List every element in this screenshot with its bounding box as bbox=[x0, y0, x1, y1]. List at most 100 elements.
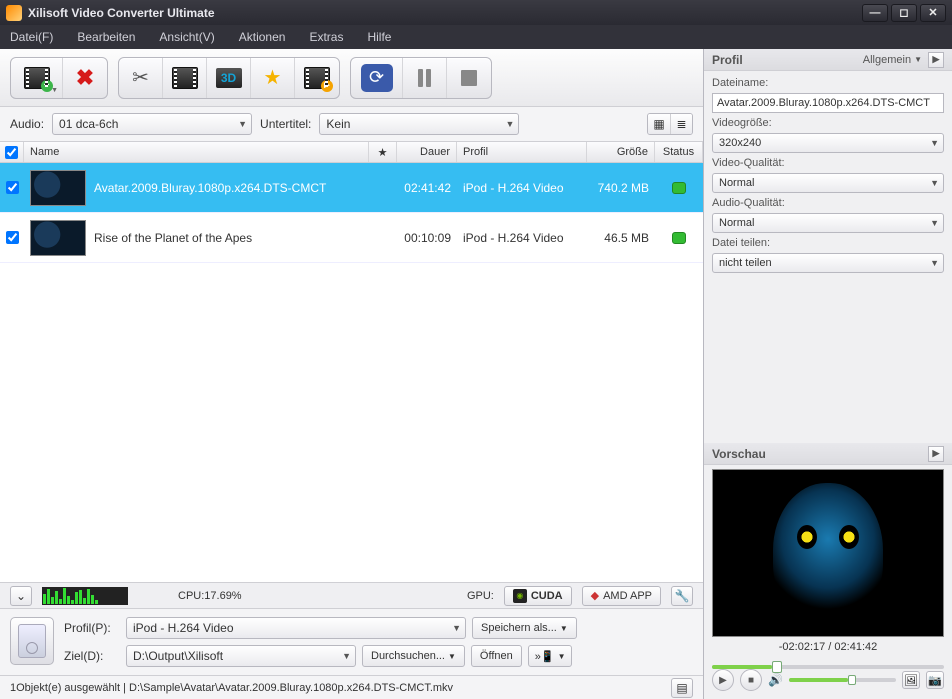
menu-extras[interactable]: Extras bbox=[309, 30, 343, 44]
col-profile[interactable]: Profil bbox=[457, 142, 587, 162]
file-name: Rise of the Planet of the Apes bbox=[94, 231, 252, 245]
videoquality-select[interactable]: Normal▼ bbox=[712, 173, 944, 193]
col-star[interactable]: ★ bbox=[369, 142, 397, 162]
effects-button[interactable]: ★ bbox=[251, 58, 295, 98]
open-dest-button[interactable]: Öffnen bbox=[471, 645, 522, 667]
profile-tab-allgemein[interactable]: Allgemein▼ bbox=[863, 54, 922, 66]
app-window: Xilisoft Video Converter Ultimate — ◻ ✕ … bbox=[0, 0, 952, 699]
menu-file[interactable]: Datei(F) bbox=[10, 30, 53, 44]
split-label: Datei teilen: bbox=[712, 237, 944, 249]
preview-frame bbox=[773, 483, 883, 623]
dest-label: Ziel(D): bbox=[64, 649, 120, 663]
col-size[interactable]: Größe bbox=[587, 142, 655, 162]
col-name[interactable]: Name bbox=[24, 142, 369, 162]
report-button[interactable]: ▤ bbox=[671, 678, 693, 698]
gpu-settings-button[interactable]: 🔧 bbox=[671, 586, 693, 606]
audio-select[interactable]: 01 dca-6ch▼ bbox=[52, 113, 252, 135]
convert-button[interactable]: ⟳ bbox=[351, 58, 403, 98]
table-row[interactable]: Avatar.2009.Bluray.1080p.x264.DTS-CMCT02… bbox=[0, 163, 703, 213]
subtitle-select[interactable]: Kein▼ bbox=[319, 113, 519, 135]
right-panel: Profil Allgemein▼ ▶ Dateiname: Avatar.20… bbox=[704, 49, 952, 699]
maximize-button[interactable]: ◻ bbox=[891, 4, 917, 22]
menu-help[interactable]: Hilfe bbox=[367, 30, 391, 44]
title-bar: Xilisoft Video Converter Ultimate — ◻ ✕ bbox=[0, 0, 952, 25]
preview-expand-button[interactable]: ▶ bbox=[928, 446, 944, 462]
profile-expand-button[interactable]: ▶ bbox=[928, 52, 944, 68]
filename-label: Dateiname: bbox=[712, 77, 944, 89]
videosize-label: Videogröße: bbox=[712, 117, 944, 129]
scissors-icon: ✂ bbox=[132, 65, 149, 90]
close-button[interactable]: ✕ bbox=[920, 4, 946, 22]
preview-seek[interactable] bbox=[712, 665, 944, 669]
preview-controls: ▶ ■ 🔊 🖼 📷 bbox=[704, 669, 952, 699]
gpu-label: GPU: bbox=[467, 590, 494, 602]
preview-stop-button[interactable]: ■ bbox=[740, 669, 762, 691]
view-list-button[interactable]: ≣ bbox=[670, 114, 692, 134]
menu-actions[interactable]: Aktionen bbox=[239, 30, 286, 44]
col-check[interactable] bbox=[0, 142, 24, 162]
file-size: 740.2 MB bbox=[587, 163, 655, 212]
film-merge-icon: ► bbox=[304, 67, 330, 89]
add-file-button[interactable]: +▼ bbox=[11, 58, 63, 98]
videosize-select[interactable]: 320x240▼ bbox=[712, 133, 944, 153]
menu-bar: Datei(F) Bearbeiten Ansicht(V) Aktionen … bbox=[0, 25, 952, 49]
save-profile-button[interactable]: Speichern als...▼ bbox=[472, 617, 577, 639]
convert-icon: ⟳ bbox=[361, 64, 393, 92]
filename-field[interactable]: Avatar.2009.Bluray.1080p.x264.DTS-CMCT bbox=[712, 93, 944, 113]
dest-select[interactable]: D:\Output\Xilisoft▼ bbox=[126, 645, 356, 667]
cpu-spectrum bbox=[42, 587, 128, 605]
collapse-cpu-button[interactable]: ⌄ bbox=[10, 586, 32, 606]
videoquality-label: Video-Qualität: bbox=[712, 157, 944, 169]
preview-play-button[interactable]: ▶ bbox=[712, 669, 734, 691]
table-row[interactable]: Rise of the Planet of the Apes 00:10:09iP… bbox=[0, 213, 703, 263]
file-profile: iPod - H.264 Video bbox=[457, 163, 587, 212]
preview-time: -02:02:17 / 02:41:42 bbox=[704, 641, 952, 653]
file-profile: iPod - H.264 Video bbox=[457, 213, 587, 262]
status-bar: 1Objekt(e) ausgewählt | D:\Sample\Avatar… bbox=[0, 675, 703, 699]
split-select[interactable]: nicht teilen▼ bbox=[712, 253, 944, 273]
file-list: Avatar.2009.Bluray.1080p.x264.DTS-CMCT02… bbox=[0, 163, 703, 582]
status-indicator bbox=[672, 232, 686, 244]
pause-icon bbox=[418, 69, 431, 87]
preview-video[interactable] bbox=[712, 469, 944, 637]
cpu-gpu-bar: ⌄ CPU:17.69% GPU: ◉CUDA ◆AMD APP 🔧 bbox=[0, 582, 703, 608]
row-checkbox[interactable] bbox=[6, 231, 19, 244]
amd-icon: ◆ bbox=[591, 589, 599, 602]
view-grid-button[interactable]: ▦ bbox=[648, 114, 670, 134]
stop-button[interactable] bbox=[447, 58, 491, 98]
snapshot-button[interactable]: 📷 bbox=[926, 671, 944, 689]
profile-label: Profil(P): bbox=[64, 621, 120, 635]
volume-icon[interactable]: 🔊 bbox=[768, 673, 783, 687]
thumbnail-icon bbox=[30, 220, 86, 256]
amd-button[interactable]: ◆AMD APP bbox=[582, 586, 661, 606]
minimize-button[interactable]: — bbox=[862, 4, 888, 22]
file-size: 46.5 MB bbox=[587, 213, 655, 262]
app-logo-icon bbox=[6, 5, 22, 21]
profile-select[interactable]: iPod - H.264 Video▼ bbox=[126, 617, 466, 639]
thumbnail-icon bbox=[30, 170, 86, 206]
menu-edit[interactable]: Bearbeiten bbox=[77, 30, 135, 44]
preview-header: Vorschau ▶ bbox=[704, 443, 952, 465]
menu-view[interactable]: Ansicht(V) bbox=[159, 30, 214, 44]
3d-icon: 3D bbox=[216, 68, 242, 88]
status-text: 1Objekt(e) ausgewählt | D:\Sample\Avatar… bbox=[10, 682, 453, 694]
delete-button[interactable]: ✖ bbox=[63, 58, 107, 98]
row-checkbox[interactable] bbox=[6, 181, 19, 194]
col-duration[interactable]: Dauer bbox=[397, 142, 457, 162]
merge-button[interactable]: ► bbox=[295, 58, 339, 98]
volume-slider[interactable] bbox=[789, 678, 896, 682]
3d-button[interactable]: 3D bbox=[207, 58, 251, 98]
device-icon bbox=[10, 617, 54, 665]
cuda-button[interactable]: ◉CUDA bbox=[504, 586, 572, 606]
col-status[interactable]: Status bbox=[655, 142, 703, 162]
audio-subtitle-row: Audio: 01 dca-6ch▼ Untertitel: Kein▼ ▦ ≣ bbox=[0, 107, 703, 141]
audio-label: Audio: bbox=[10, 117, 44, 131]
edit-video-button[interactable] bbox=[163, 58, 207, 98]
cut-button[interactable]: ✂ bbox=[119, 58, 163, 98]
snapshot-view-button[interactable]: 🖼 bbox=[902, 671, 920, 689]
transfer-button[interactable]: »📱▼ bbox=[528, 645, 573, 667]
file-duration: 00:10:09 bbox=[397, 213, 457, 262]
pause-button[interactable] bbox=[403, 58, 447, 98]
audioquality-select[interactable]: Normal▼ bbox=[712, 213, 944, 233]
browse-button[interactable]: Durchsuchen...▼ bbox=[362, 645, 465, 667]
